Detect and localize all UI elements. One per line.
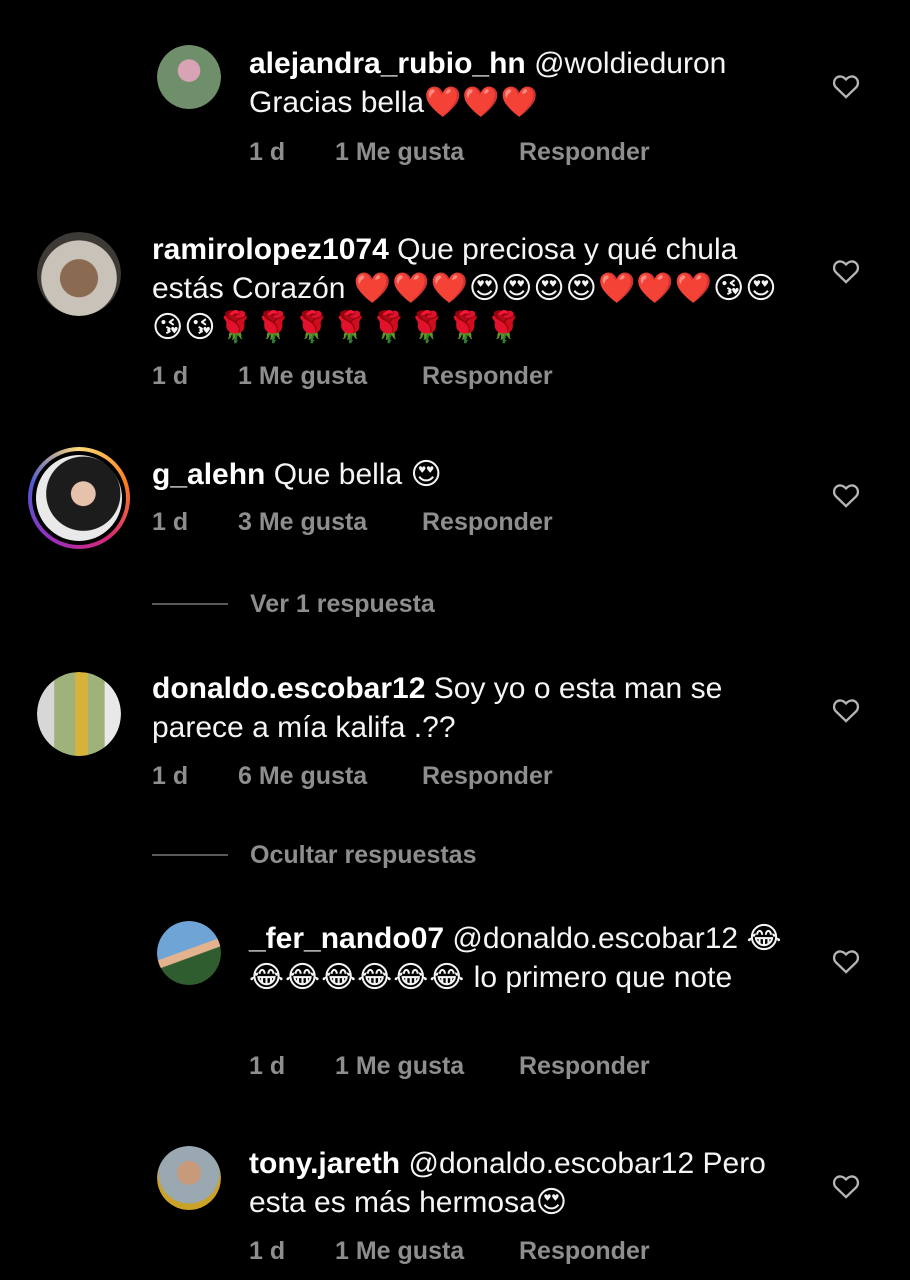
timestamp: 1 d <box>249 1236 286 1265</box>
likes-count[interactable]: 1 Me gusta <box>335 1237 519 1266</box>
timestamp: 1 d <box>152 361 189 390</box>
heart-icon[interactable] <box>832 948 860 974</box>
likes-count[interactable]: 1 Me gusta <box>335 1052 519 1081</box>
reply-button[interactable]: Responder <box>519 1237 650 1266</box>
likes-count[interactable]: 6 Me gusta <box>238 762 422 791</box>
avatar-photo <box>36 455 122 541</box>
avatar[interactable] <box>37 672 121 756</box>
likes-count[interactable]: 1 Me gusta <box>238 362 422 391</box>
mention-link[interactable]: @donaldo.escobar12 <box>408 1147 694 1180</box>
timestamp: 1 d <box>249 137 286 166</box>
heart-icon[interactable] <box>832 1173 860 1199</box>
timestamp: 1 d <box>152 761 189 790</box>
heart-icon[interactable] <box>832 482 860 508</box>
heart-icon[interactable] <box>832 697 860 723</box>
reply-button[interactable]: Responder <box>422 762 553 791</box>
avatar[interactable] <box>157 1146 221 1210</box>
reply-button[interactable]: Responder <box>422 362 553 391</box>
comment-text: alejandra_rubio_hn @woldieduron Gracias … <box>249 44 889 122</box>
comment-meta: 1 d 1 Me gusta Responder <box>249 136 650 168</box>
comment-meta: 1 d 1 Me gusta Responder <box>249 1050 650 1082</box>
username[interactable]: _fer_nando07 <box>249 922 444 955</box>
hide-replies-toggle[interactable]: Ocultar respuestas <box>152 839 477 871</box>
avatar-photo <box>157 921 221 985</box>
avatar[interactable] <box>28 447 130 549</box>
emoji-text: 😍 <box>535 1186 569 1219</box>
heart-icon[interactable] <box>832 73 860 99</box>
reply-button[interactable]: Responder <box>422 508 553 537</box>
comment-meta: 1 d 1 Me gusta Responder <box>249 1235 650 1267</box>
comment-body: Que bella <box>273 458 403 491</box>
avatar-photo <box>157 1146 221 1210</box>
mention-link[interactable]: @donaldo.escobar12 <box>452 922 738 955</box>
avatar-photo <box>157 45 221 109</box>
view-replies-toggle[interactable]: Ver 1 respuesta <box>152 588 435 620</box>
thread-line <box>152 603 228 605</box>
hide-replies-label[interactable]: Ocultar respuestas <box>250 841 477 870</box>
comment-meta: 1 d 3 Me gusta Responder <box>152 506 553 538</box>
likes-count[interactable]: 1 Me gusta <box>335 138 519 167</box>
comment-text: g_alehn Que bella 😍 <box>152 455 792 494</box>
comment-body: Gracias bella <box>249 86 425 119</box>
reply-button[interactable]: Responder <box>519 138 650 167</box>
mention-link[interactable]: @woldieduron <box>534 47 726 80</box>
comment-body: lo primero que note <box>473 961 733 994</box>
username[interactable]: tony.jareth <box>249 1147 400 1180</box>
emoji-text: ❤️❤️❤️ <box>424 86 540 119</box>
thread-line <box>152 854 228 856</box>
avatar[interactable] <box>157 921 221 985</box>
avatar[interactable] <box>157 45 221 109</box>
username[interactable]: alejandra_rubio_hn <box>249 47 526 80</box>
avatar-photo <box>37 232 121 316</box>
reply-button[interactable]: Responder <box>519 1052 650 1081</box>
comment-text: tony.jareth @donaldo.escobar12 Pero esta… <box>249 1144 809 1222</box>
likes-count[interactable]: 3 Me gusta <box>238 508 422 537</box>
comment-text: _fer_nando07 @donaldo.escobar12 😂😂😂😂😂😂😂 … <box>249 919 809 997</box>
comment-text: ramirolopez1074 Que preciosa y qué chula… <box>152 230 792 347</box>
username[interactable]: ramirolopez1074 <box>152 233 389 266</box>
comment-meta: 1 d 1 Me gusta Responder <box>152 360 553 392</box>
timestamp: 1 d <box>152 507 189 536</box>
view-replies-label[interactable]: Ver 1 respuesta <box>250 590 435 619</box>
heart-icon[interactable] <box>832 258 860 284</box>
avatar[interactable] <box>37 232 121 316</box>
comment-text: donaldo.escobar12 Soy yo o esta man se p… <box>152 669 792 747</box>
username[interactable]: g_alehn <box>152 458 265 491</box>
username[interactable]: donaldo.escobar12 <box>152 672 425 705</box>
emoji-text: 😍 <box>410 458 443 491</box>
timestamp: 1 d <box>249 1051 286 1080</box>
comment-meta: 1 d 6 Me gusta Responder <box>152 760 553 792</box>
avatar-photo <box>37 672 121 756</box>
